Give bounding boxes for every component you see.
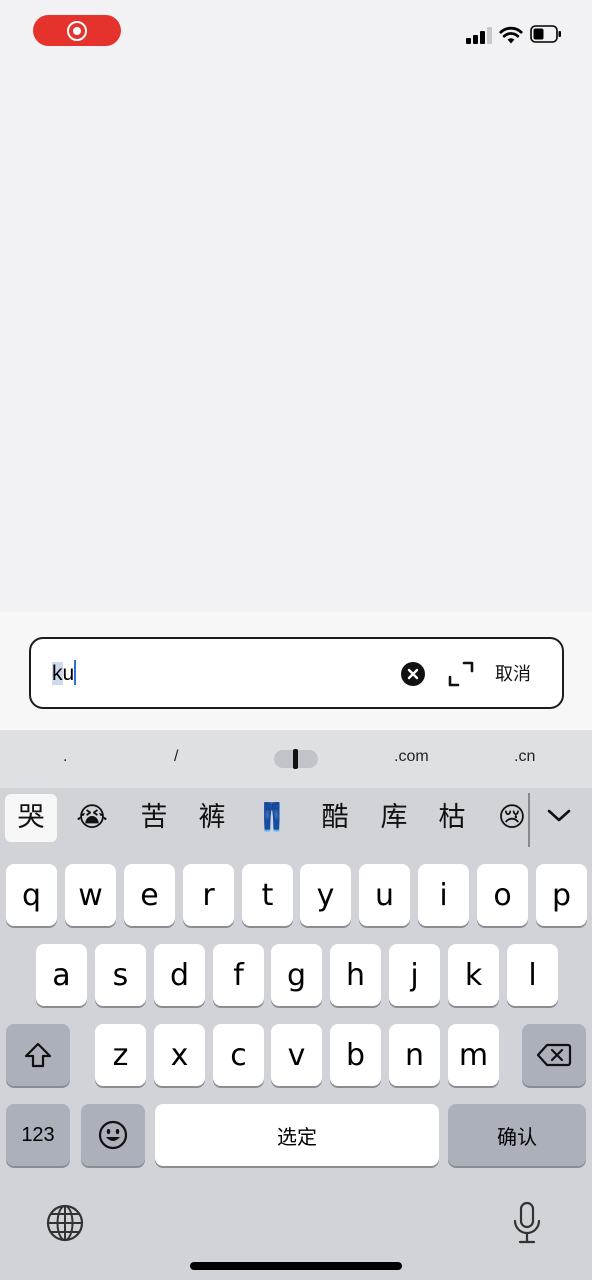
candidate-item[interactable]: 哭 <box>5 794 57 842</box>
status-bar <box>0 0 592 60</box>
key-y[interactable]: y <box>300 864 351 926</box>
key-s[interactable]: s <box>95 944 146 1006</box>
search-panel: ku 取消 <box>0 612 592 730</box>
globe-icon[interactable] <box>45 1203 85 1243</box>
shift-icon <box>24 1042 52 1068</box>
candidate-item[interactable]: 枯 <box>430 788 474 848</box>
key-a[interactable]: a <box>36 944 87 1006</box>
candidate-item[interactable]: 😭 <box>70 788 114 848</box>
shortcut-dot[interactable]: . <box>63 748 67 766</box>
confirm-key[interactable]: 确认 <box>448 1104 586 1166</box>
microphone-icon[interactable] <box>512 1201 542 1245</box>
text-caret <box>74 660 77 685</box>
shortcut-slash[interactable]: / <box>174 748 178 766</box>
space-key[interactable]: 选定 <box>155 1104 439 1166</box>
search-input[interactable]: ku 取消 <box>29 637 564 709</box>
candidate-item[interactable]: 👖 <box>250 788 294 848</box>
key-z[interactable]: z <box>95 1024 146 1086</box>
key-l[interactable]: l <box>507 944 558 1006</box>
shortcut-cn[interactable]: .cn <box>514 748 535 766</box>
cursor-toggle[interactable] <box>274 749 318 769</box>
clear-icon <box>407 668 419 680</box>
key-f[interactable]: f <box>213 944 264 1006</box>
delete-icon <box>536 1043 572 1067</box>
candidate-bar: 哭 😭 苦 裤 👖 酷 库 枯 😢 <box>0 788 592 858</box>
home-indicator[interactable] <box>190 1262 402 1270</box>
delete-key[interactable] <box>522 1024 586 1086</box>
key-w[interactable]: w <box>65 864 116 926</box>
key-c[interactable]: c <box>213 1024 264 1086</box>
key-k[interactable]: k <box>448 944 499 1006</box>
key-m[interactable]: m <box>448 1024 499 1086</box>
candidate-item[interactable]: 酷 <box>313 788 357 848</box>
keyboard: 哭 😭 苦 裤 👖 酷 库 枯 😢 q w e r t y u i o p a … <box>0 788 592 1280</box>
numbers-key[interactable]: 123 <box>6 1104 70 1166</box>
record-icon <box>67 20 87 41</box>
expand-icon[interactable] <box>447 660 475 688</box>
signal-icon <box>466 27 492 44</box>
key-r[interactable]: r <box>183 864 234 926</box>
wifi-icon <box>499 26 523 44</box>
toggle-knob <box>293 749 298 769</box>
key-t[interactable]: t <box>242 864 293 926</box>
shift-key[interactable] <box>6 1024 70 1086</box>
cancel-button[interactable]: 取消 <box>495 661 531 687</box>
candidate-item[interactable]: 苦 <box>132 788 176 848</box>
candidate-item[interactable]: 裤 <box>190 788 234 848</box>
candidate-item[interactable]: 库 <box>372 788 416 848</box>
chevron-down-icon[interactable] <box>544 806 574 826</box>
key-q[interactable]: q <box>6 864 57 926</box>
key-x[interactable]: x <box>154 1024 205 1086</box>
keyboard-shortcut-bar: . / .com .cn <box>0 730 592 788</box>
clear-button[interactable] <box>401 662 425 686</box>
shortcut-com[interactable]: .com <box>394 748 429 766</box>
key-p[interactable]: p <box>536 864 587 926</box>
key-o[interactable]: o <box>477 864 528 926</box>
candidate-divider <box>528 793 530 847</box>
key-g[interactable]: g <box>271 944 322 1006</box>
key-j[interactable]: j <box>389 944 440 1006</box>
content-area <box>0 60 592 612</box>
key-b[interactable]: b <box>330 1024 381 1086</box>
key-h[interactable]: h <box>330 944 381 1006</box>
key-v[interactable]: v <box>271 1024 322 1086</box>
key-d[interactable]: d <box>154 944 205 1006</box>
screen-recording-indicator[interactable] <box>33 15 121 46</box>
emoji-key[interactable] <box>81 1104 145 1166</box>
battery-icon <box>530 25 561 43</box>
search-query-rest: u <box>62 662 75 685</box>
search-query-highlight: k <box>52 662 63 685</box>
key-e[interactable]: e <box>124 864 175 926</box>
key-i[interactable]: i <box>418 864 469 926</box>
key-n[interactable]: n <box>389 1024 440 1086</box>
key-u[interactable]: u <box>359 864 410 926</box>
emoji-icon <box>98 1120 128 1150</box>
search-query[interactable]: ku <box>52 660 77 687</box>
